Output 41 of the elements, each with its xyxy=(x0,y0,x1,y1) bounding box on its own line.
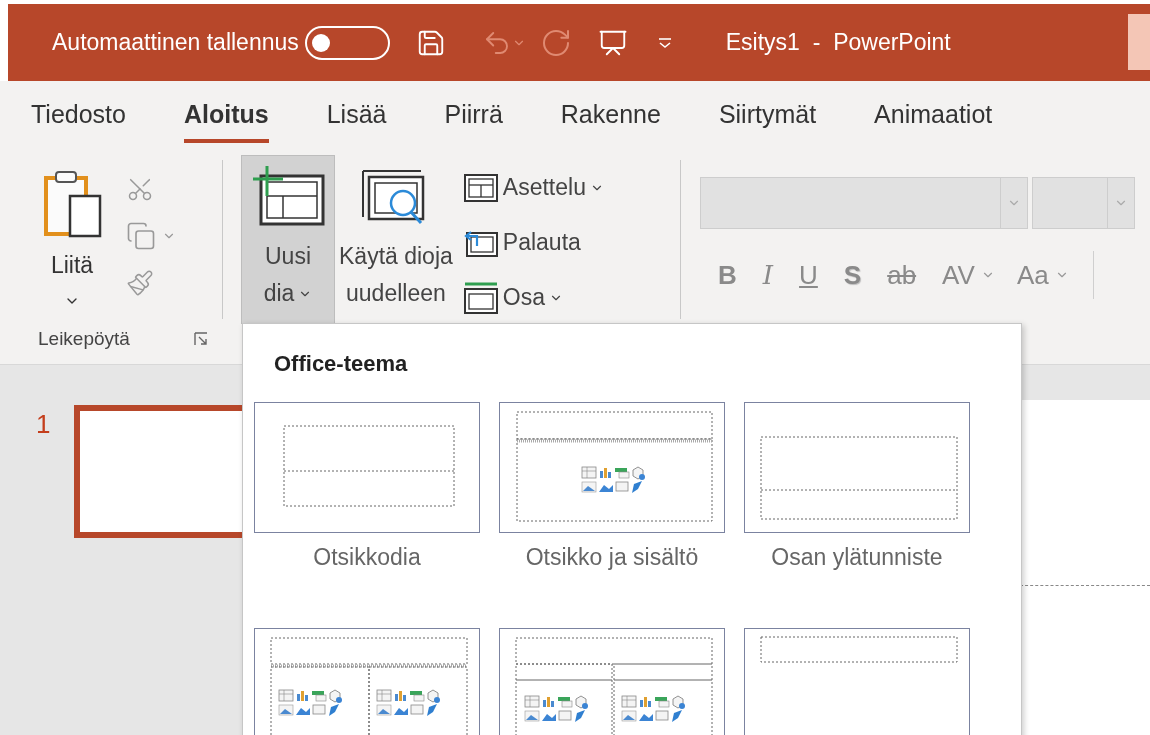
new-slide-button[interactable]: Uusi dia xyxy=(241,155,335,324)
customize-toolbar-icon[interactable] xyxy=(657,36,672,49)
ribbon-tab[interactable]: Piirrä xyxy=(444,87,503,144)
font-size-field[interactable] xyxy=(1032,177,1135,229)
section-button[interactable]: Osa xyxy=(462,280,604,315)
window-title: Esitys1 - PowerPoint xyxy=(725,28,951,58)
content-icons-drawing xyxy=(278,689,342,716)
layout-name: Osan ylätunniste xyxy=(771,543,943,572)
autosave-toggle[interactable] xyxy=(304,25,390,60)
ribbon-tab[interactable]: Tiedosto xyxy=(31,87,126,144)
gallery-heading: Office-teema xyxy=(273,350,409,378)
paste-button[interactable]: Liitä xyxy=(40,165,104,320)
ribbon-tab[interactable]: Siirtymät xyxy=(718,87,817,144)
content-icons-drawing xyxy=(376,689,440,716)
ribbon-tab[interactable]: Lisää xyxy=(326,87,387,144)
layout-thumbnail[interactable] xyxy=(744,628,970,735)
content-icons-drawing xyxy=(524,695,588,722)
section-icon xyxy=(462,280,499,315)
layout-button[interactable]: Asettelu xyxy=(462,170,604,205)
layout-name: Otsikkodia xyxy=(313,543,421,572)
font-name-field[interactable] xyxy=(700,177,1028,229)
copy-icon[interactable] xyxy=(126,221,156,251)
content-icons-drawing xyxy=(621,695,685,722)
autosave-label: Automaattinen tallennus xyxy=(52,28,299,58)
layout-name: Otsikko ja sisältö xyxy=(525,543,699,572)
ribbon-tab[interactable]: Rakenne xyxy=(560,87,661,144)
ribbon-tab[interactable]: Aloitus xyxy=(183,87,269,144)
layout-icon xyxy=(462,172,499,203)
layout-thumbnail[interactable] xyxy=(499,628,725,735)
layout-thumbnail[interactable] xyxy=(254,628,480,735)
reset-button[interactable]: Palauta xyxy=(462,225,604,260)
layout-thumbnail[interactable] xyxy=(254,402,480,533)
ribbon-tab[interactable]: Animaatiot xyxy=(874,87,993,144)
content-icons-drawing xyxy=(581,466,645,493)
format-painter-icon[interactable] xyxy=(126,269,154,297)
group-label: Leikepöytä xyxy=(38,327,130,351)
layout-thumbnail[interactable] xyxy=(499,402,725,533)
new-slide-icon xyxy=(251,164,325,228)
slide-number: 1 xyxy=(36,408,51,441)
layout-thumbnail[interactable] xyxy=(744,402,970,533)
dialog-launcher-icon[interactable] xyxy=(194,332,208,347)
